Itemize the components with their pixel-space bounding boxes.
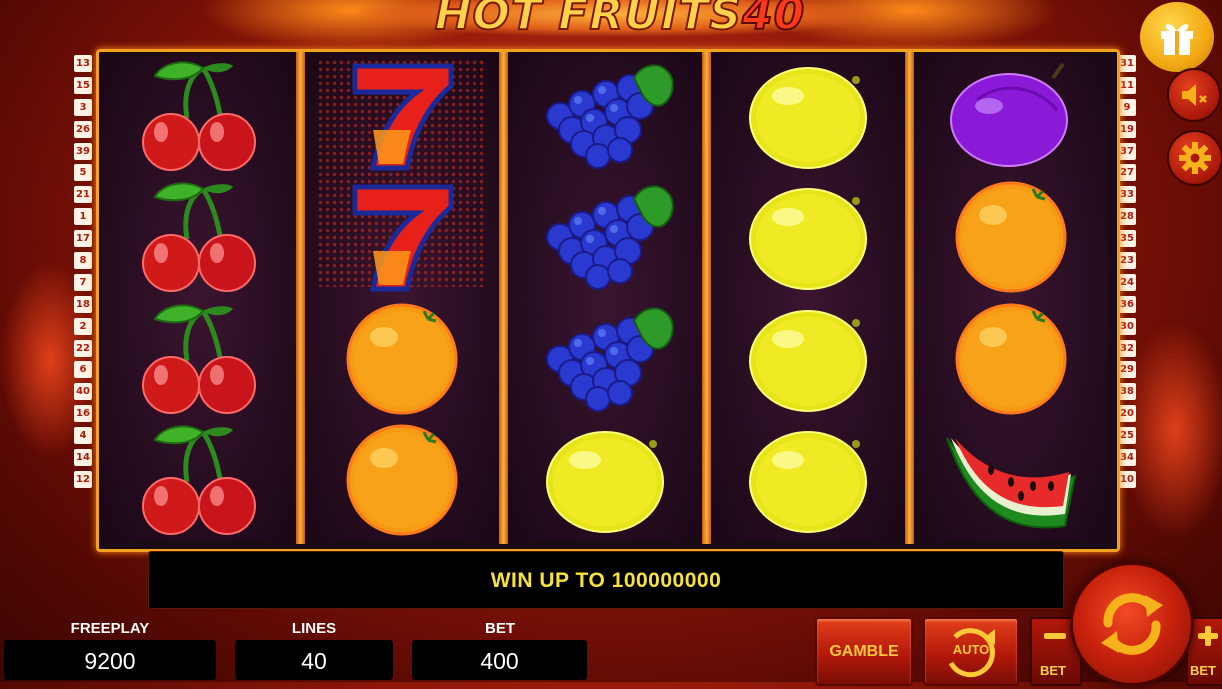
lemon-icon: [711, 420, 905, 541]
orange-icon: [305, 420, 499, 541]
reel-1: [102, 55, 296, 541]
lines-label: LINES: [291, 620, 337, 637]
payline-number[interactable]: 16: [74, 405, 92, 423]
reel-3: [508, 55, 702, 541]
freeplay-value: 9200: [4, 640, 216, 680]
payline-number[interactable]: 32: [1118, 339, 1136, 357]
lines-value: 40: [235, 640, 393, 680]
orange-icon: [305, 298, 499, 419]
gift-icon: [1161, 24, 1193, 55]
reel-5: [914, 55, 1108, 541]
orange-icon: [914, 298, 1108, 419]
lemon-icon: [711, 298, 905, 419]
payline-number[interactable]: 1: [74, 208, 92, 226]
freeplay-label: FREEPLAY: [70, 620, 150, 637]
auto-button[interactable]: AUTO: [923, 617, 1019, 686]
payline-number[interactable]: 21: [74, 186, 92, 204]
bet-value: 400: [412, 640, 587, 680]
payline-number[interactable]: 26: [74, 120, 92, 138]
plum-icon: [914, 55, 1108, 176]
payline-number[interactable]: 33: [1118, 186, 1136, 204]
payline-number[interactable]: 18: [74, 295, 92, 313]
payline-number[interactable]: 39: [74, 142, 92, 160]
payline-number[interactable]: 38: [1118, 383, 1136, 401]
cherry-icon: [102, 298, 296, 419]
payline-number[interactable]: 2: [74, 317, 92, 335]
reel-divider: [702, 52, 711, 544]
cherry-icon: [102, 55, 296, 176]
reel-2: [305, 55, 499, 541]
seven-icon: [305, 177, 499, 298]
gamble-button[interactable]: GAMBLE: [815, 617, 913, 686]
payline-number[interactable]: 11: [1118, 76, 1136, 94]
bet-decrease-label: BET: [1040, 663, 1066, 678]
auto-label: AUTO: [952, 642, 990, 657]
bet-increase-label: BET: [1190, 663, 1216, 678]
logo-title-text: HOT FRUITS: [434, 0, 743, 41]
payline-number[interactable]: 8: [74, 252, 92, 270]
gamble-label: GAMBLE: [829, 643, 899, 660]
payline-number[interactable]: 3: [74, 98, 92, 116]
payline-number[interactable]: 28: [1118, 208, 1136, 226]
cherry-icon: [102, 177, 296, 298]
payline-number[interactable]: 24: [1118, 273, 1136, 291]
spin-button[interactable]: [1070, 562, 1194, 686]
settings-button[interactable]: [1167, 130, 1222, 186]
payline-number[interactable]: 5: [74, 164, 92, 182]
logo-number: 40: [741, 0, 806, 41]
sound-toggle-button[interactable]: [1167, 68, 1221, 122]
game-logo: HOT FRUITS40: [300, 0, 940, 46]
payline-number[interactable]: 29: [1118, 361, 1136, 379]
payline-numbers-right: 31 11 9 19 37 27 33 28 35 23 24 36 30 32 29 38 20 25 34 10: [1118, 55, 1136, 493]
gift-button[interactable]: [1140, 2, 1214, 72]
grape-icon: [508, 55, 702, 176]
reel-divider: [296, 52, 305, 544]
reel-divider: [905, 52, 914, 544]
payline-number[interactable]: 34: [1118, 449, 1136, 467]
win-message-text: WIN UP TO 100000000: [490, 569, 722, 592]
win-message-bar: WIN UP TO 100000000: [148, 551, 1064, 609]
lemon-icon: [508, 420, 702, 541]
payline-number[interactable]: 19: [1118, 120, 1136, 138]
lemon-icon: [711, 177, 905, 298]
lemon-icon: [711, 55, 905, 176]
payline-number[interactable]: 25: [1118, 427, 1136, 445]
payline-number[interactable]: 36: [1118, 295, 1136, 313]
bet-label: BET: [485, 620, 515, 637]
payline-number[interactable]: 15: [74, 76, 92, 94]
payline-number[interactable]: 9: [1118, 98, 1136, 116]
payline-number[interactable]: 31: [1118, 55, 1136, 72]
minus-icon: [1044, 633, 1066, 639]
payline-number[interactable]: 27: [1118, 164, 1136, 182]
payline-number[interactable]: 37: [1118, 142, 1136, 160]
gear-icon: [1179, 142, 1211, 174]
payline-number[interactable]: 20: [1118, 405, 1136, 423]
spin-icon: [1101, 593, 1163, 655]
seven-icon: [305, 55, 499, 176]
payline-number[interactable]: 23: [1118, 252, 1136, 270]
grape-icon: [508, 298, 702, 419]
payline-number[interactable]: 12: [74, 470, 92, 488]
cherry-icon: [102, 420, 296, 541]
payline-number[interactable]: 6: [74, 361, 92, 379]
payline-numbers-left: 13 15 3 26 39 5 21 1 17 8 7 18 2 22 6 40 16 4 14 12: [74, 55, 92, 493]
watermelon-icon: [914, 420, 1108, 541]
payline-number[interactable]: 7: [74, 273, 92, 291]
reel-divider: [499, 52, 508, 544]
payline-number[interactable]: 22: [74, 339, 92, 357]
payline-number[interactable]: 4: [74, 427, 92, 445]
reel-4: [711, 55, 905, 541]
reels-frame: [96, 49, 1120, 552]
payline-number[interactable]: 10: [1118, 470, 1136, 488]
grape-icon: [508, 177, 702, 298]
payline-number[interactable]: 14: [74, 449, 92, 467]
payline-number[interactable]: 13: [74, 55, 92, 72]
payline-number[interactable]: 35: [1118, 230, 1136, 248]
payline-number[interactable]: 30: [1118, 317, 1136, 335]
orange-icon: [914, 177, 1108, 298]
payline-number[interactable]: 17: [74, 230, 92, 248]
payline-number[interactable]: 40: [74, 383, 92, 401]
speaker-muted-icon: [1182, 84, 1207, 106]
